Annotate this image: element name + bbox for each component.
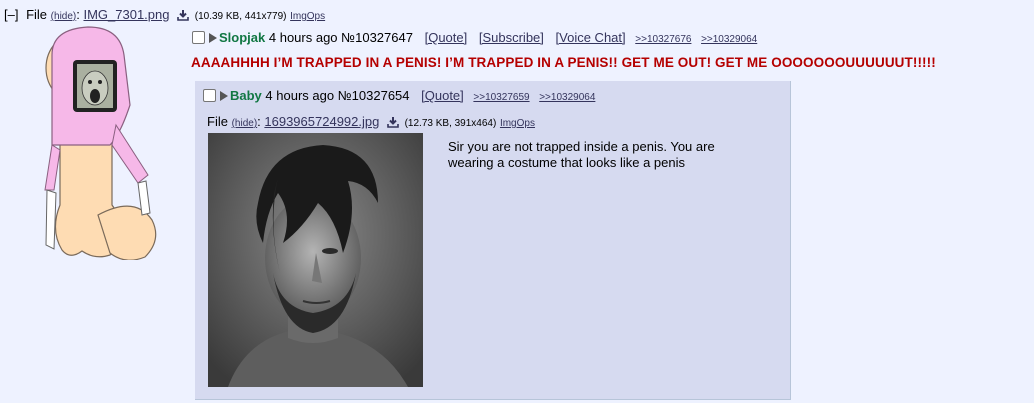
backlink[interactable]: >>10329064 (539, 92, 595, 103)
hide-image-link[interactable]: (hide) (232, 118, 258, 129)
reply-post-info: Baby 4 hours ago №10327654 [Quote] >>103… (203, 88, 595, 103)
file-label: File (26, 7, 48, 22)
op-filename-link[interactable]: IMG_7301.png (83, 7, 169, 22)
download-icon[interactable] (177, 9, 189, 24)
hide-image-link[interactable]: (hide) (51, 11, 77, 22)
reply-post-number[interactable]: №10327654 (338, 88, 410, 103)
collapse-toggle[interactable]: [–] (4, 7, 18, 22)
reply-post: Baby 4 hours ago №10327654 [Quote] >>103… (195, 81, 791, 400)
reply-filename-link[interactable]: 1693965724992.jpg (264, 114, 379, 129)
op-select-checkbox[interactable] (192, 31, 205, 44)
post-menu-icon[interactable] (220, 91, 228, 101)
voice-chat-button[interactable]: [Voice Chat] (556, 30, 626, 45)
reply-message: Sir you are not trapped inside a penis. … (448, 139, 715, 170)
op-file-info: [–] File (hide): IMG_7301.png (10.39 KB,… (4, 7, 326, 24)
backlink[interactable]: >>10327676 (635, 34, 691, 45)
op-post-info: Slopjak 4 hours ago №10327647 [Quote] [S… (192, 30, 757, 45)
post-menu-icon[interactable] (209, 33, 217, 43)
imgops-link[interactable]: ImgOps (290, 11, 325, 22)
subscribe-button[interactable]: [Subscribe] (479, 30, 544, 45)
op-message: AAAAHHHH I’M TRAPPED IN A PENIS! I’M TRA… (191, 55, 936, 70)
reply-poster-name: Baby (230, 88, 262, 103)
reply-post-time: 4 hours ago (265, 88, 335, 103)
quote-button[interactable]: [Quote] (425, 30, 468, 45)
op-image-thumbnail[interactable] (40, 25, 170, 261)
reply-file-info: File (hide): 1693965724992.jpg (12.73 KB… (207, 114, 535, 131)
op-post-time: 4 hours ago (268, 30, 338, 45)
op-post-number[interactable]: №10327647 (341, 30, 413, 45)
reply-quote-button[interactable]: [Quote] (421, 88, 464, 103)
imgops-link[interactable]: ImgOps (500, 118, 535, 129)
reply-file-meta: (12.73 KB, 391x464) (404, 118, 497, 129)
file-label: File (207, 114, 228, 129)
op-file-meta: (10.39 KB, 441x779) (194, 11, 287, 22)
backlink[interactable]: >>10327659 (473, 92, 529, 103)
download-icon[interactable] (387, 116, 399, 131)
reply-select-checkbox[interactable] (203, 89, 216, 102)
op-poster-name: Slopjak (219, 30, 266, 45)
backlink[interactable]: >>10329064 (701, 34, 757, 45)
reply-image-thumbnail[interactable] (208, 133, 423, 387)
